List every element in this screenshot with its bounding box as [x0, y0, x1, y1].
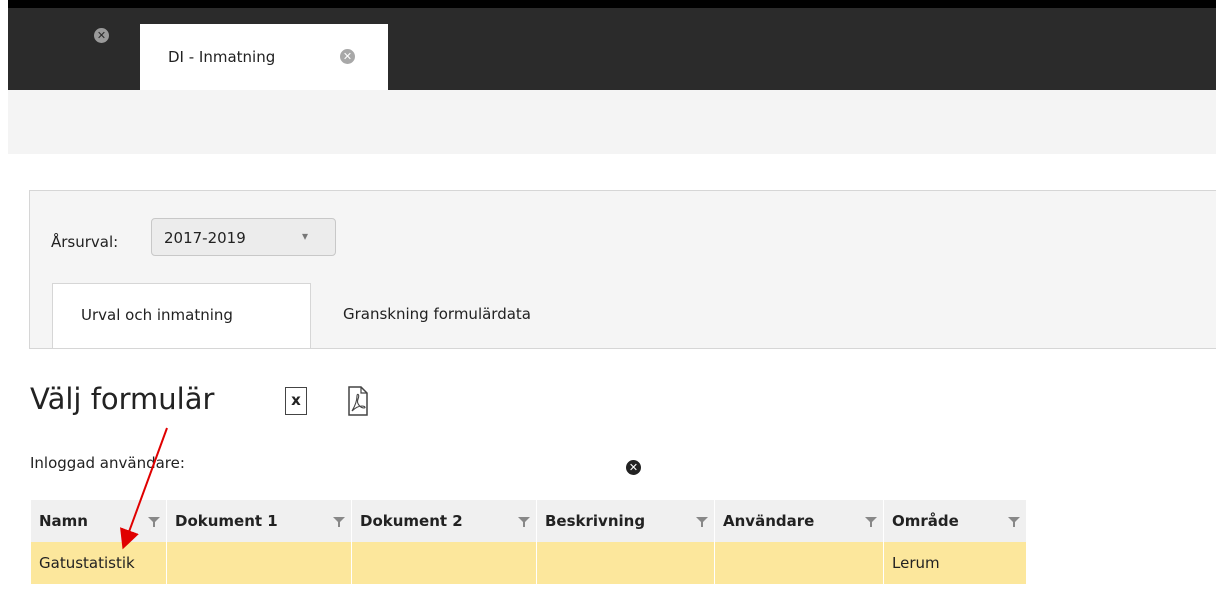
filter-funnel-icon[interactable]: [696, 514, 708, 532]
table-header-row: Namn Dokument 1 Dokument 2 Beskrivning A…: [30, 500, 1026, 542]
tab-granskning-formulardata[interactable]: Granskning formulärdata: [326, 283, 626, 348]
tab-close-icon[interactable]: ✕: [94, 24, 109, 43]
column-header-dokument-2[interactable]: Dokument 2: [351, 500, 537, 542]
table-cell-anvandare[interactable]: [714, 542, 884, 584]
table-cell-beskrivning[interactable]: [536, 542, 715, 584]
column-header-beskrivning[interactable]: Beskrivning: [536, 500, 715, 542]
column-header-omrade[interactable]: Område: [883, 500, 1026, 542]
forms-table: Namn Dokument 1 Dokument 2 Beskrivning A…: [30, 500, 1026, 584]
filter-funnel-icon[interactable]: [518, 514, 530, 532]
top-strip: [8, 0, 1216, 8]
year-selection-label: Årsurval:: [51, 233, 119, 251]
clear-user-icon[interactable]: ✕: [626, 456, 641, 475]
tab-first[interactable]: ✕: [8, 8, 140, 90]
tab-close-icon[interactable]: ✕: [340, 45, 355, 64]
toolbar-band: [8, 90, 1216, 154]
year-select[interactable]: 2017-2019 ▾: [151, 218, 336, 256]
pdf-export-icon[interactable]: [347, 386, 369, 420]
table-cell-namn[interactable]: Gatustatistik: [30, 542, 167, 584]
filter-funnel-icon[interactable]: [865, 514, 877, 532]
column-header-dokument-1[interactable]: Dokument 1: [166, 500, 352, 542]
tab-label: Urval och inmatning: [81, 306, 233, 324]
tab-label: DI - Inmatning: [168, 48, 276, 66]
column-header-anvandare[interactable]: Användare: [714, 500, 884, 542]
excel-export-icon[interactable]: x: [285, 387, 307, 415]
column-header-namn[interactable]: Namn: [30, 500, 167, 542]
table-cell-omrade[interactable]: Lerum: [883, 542, 1026, 584]
filter-funnel-icon[interactable]: [148, 514, 160, 532]
chevron-down-icon: ▾: [302, 229, 309, 243]
filter-funnel-icon[interactable]: [333, 514, 345, 532]
tab-label: Granskning formulärdata: [343, 305, 531, 323]
page-title: Välj formulär: [30, 382, 215, 416]
table-cell-dokument-1[interactable]: [166, 542, 352, 584]
table-cell-dokument-2[interactable]: [351, 542, 537, 584]
year-select-value: 2017-2019: [164, 229, 246, 247]
logged-in-user-label: Inloggad användare:: [30, 454, 185, 472]
tab-urval-och-inmatning[interactable]: Urval och inmatning: [52, 283, 311, 348]
filter-funnel-icon[interactable]: [1008, 514, 1020, 532]
tab-bar: ✕ DI - Inmatning ✕: [8, 8, 1216, 90]
table-row[interactable]: Gatustatistik Lerum: [30, 542, 1026, 584]
filter-panel: Årsurval: 2017-2019 ▾ Urval och inmatnin…: [29, 190, 1216, 349]
tab-di-inmatning[interactable]: DI - Inmatning ✕: [140, 24, 388, 90]
